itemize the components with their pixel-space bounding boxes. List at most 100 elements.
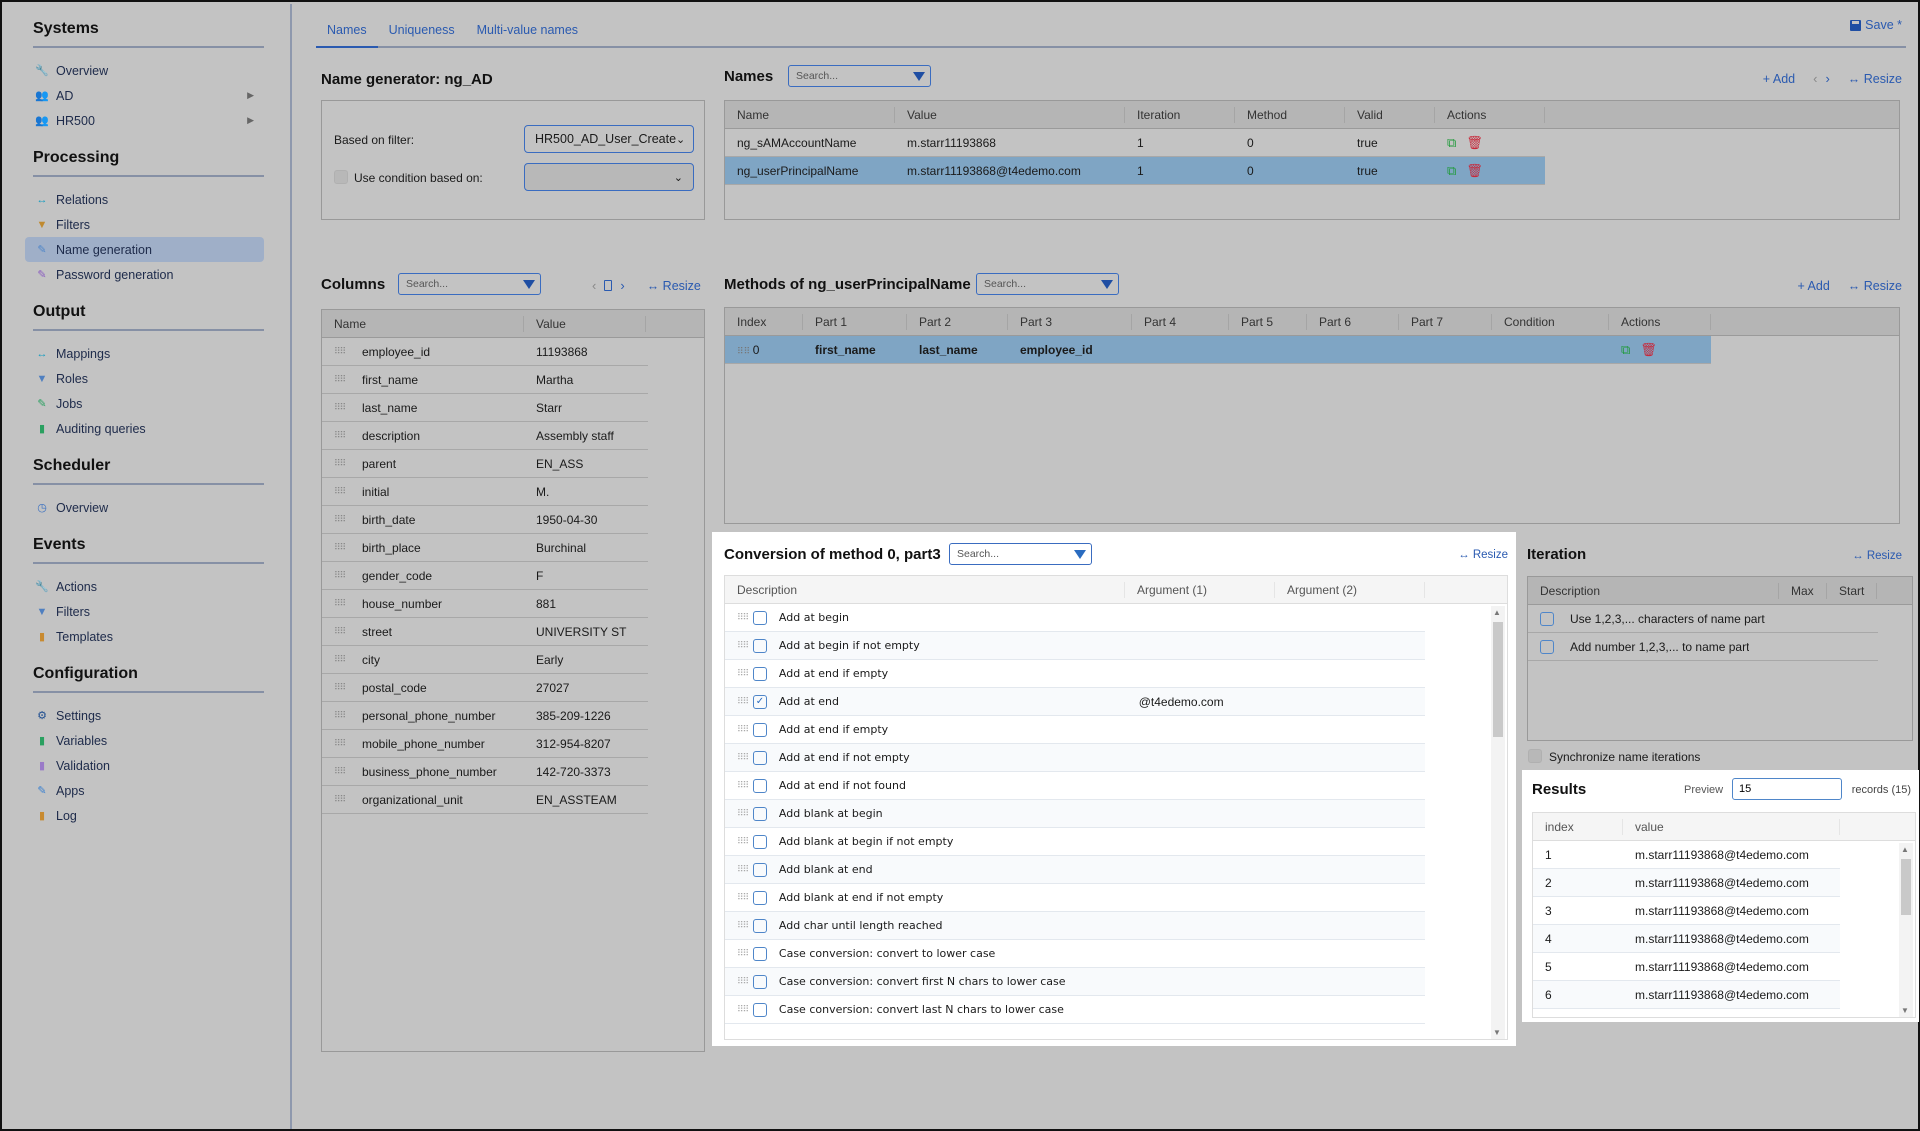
drag-handle-icon[interactable]: ⠿⠿ bbox=[322, 738, 350, 749]
column-header-iteration[interactable]: Iteration bbox=[1125, 106, 1235, 123]
table-row[interactable]: ⠿⠿ 0 first_name last_name employee_id ⧉ 🗑 bbox=[725, 336, 1711, 364]
tab-uniqueness[interactable]: Uniqueness bbox=[378, 18, 466, 46]
table-row[interactable]: ⠿⠿ parent EN_ASS bbox=[322, 450, 648, 478]
drag-handle-icon[interactable]: ⠿⠿ bbox=[725, 752, 753, 763]
trash-icon[interactable]: 🗑 bbox=[1466, 163, 1483, 179]
row-checkbox[interactable] bbox=[752, 778, 767, 793]
drag-handle-icon[interactable]: ⠿⠿ bbox=[725, 976, 753, 987]
iteration-resize-button[interactable]: ↔ Resize bbox=[1852, 550, 1902, 562]
copy-icon[interactable]: ⧉ bbox=[1447, 135, 1456, 151]
sidebar-item-configuration-validation[interactable]: ▮ Validation bbox=[25, 753, 264, 778]
row-checkbox[interactable] bbox=[752, 638, 767, 653]
sidebar-item-output-auditing-queries[interactable]: ▮ Auditing queries bbox=[25, 416, 264, 441]
tab-names[interactable]: Names bbox=[316, 18, 378, 48]
table-row[interactable]: ⠿⠿ mobile_phone_number 312-954-8207 bbox=[322, 730, 648, 758]
drag-handle-icon[interactable]: ⠿⠿ bbox=[725, 1004, 753, 1015]
sidebar-item-configuration-settings[interactable]: ⚙ Settings bbox=[25, 703, 264, 728]
row-checkbox[interactable] bbox=[1540, 639, 1554, 654]
drag-handle-icon[interactable]: ⠿⠿ bbox=[322, 430, 350, 441]
drag-handle-icon[interactable]: ⠿⠿ bbox=[725, 948, 753, 959]
caret-right-icon[interactable]: ▶ bbox=[247, 115, 254, 126]
chevron-right-icon[interactable]: › bbox=[620, 278, 624, 293]
table-row[interactable]: ⠿⠿ Add blank at begin bbox=[725, 800, 1425, 828]
column-header-argument-1[interactable]: Argument (1) bbox=[1125, 581, 1275, 598]
column-header-part-4[interactable]: Part 4 bbox=[1132, 313, 1229, 330]
scrollbar-thumb[interactable] bbox=[1901, 859, 1911, 915]
sidebar-item-processing-filters[interactable]: ▼ Filters bbox=[25, 212, 264, 237]
column-header-part-7[interactable]: Part 7 bbox=[1399, 313, 1492, 330]
row-checkbox[interactable] bbox=[752, 890, 767, 905]
names-resize-button[interactable]: ↔ Resize bbox=[1848, 72, 1902, 86]
sidebar-item-output-mappings[interactable]: ↔ Mappings bbox=[25, 341, 264, 366]
drag-handle-icon[interactable]: ⠿⠿ bbox=[725, 864, 753, 875]
column-header-description[interactable]: Description bbox=[725, 581, 1125, 598]
table-row[interactable]: ⠿⠿ Add blank at end if not empty bbox=[725, 884, 1425, 912]
columns-search-input[interactable]: Search... bbox=[398, 273, 541, 295]
drag-handle-icon[interactable]: ⠿⠿ bbox=[322, 654, 350, 665]
table-row[interactable]: ⠿⠿ Add at begin bbox=[725, 604, 1425, 632]
preview-count-input[interactable] bbox=[1732, 778, 1842, 800]
filter-icon[interactable] bbox=[523, 279, 535, 289]
table-row[interactable]: ⠿⠿ Add at end if empty bbox=[725, 716, 1425, 744]
column-header-name[interactable]: Name bbox=[725, 106, 895, 123]
tab-multi-value-names[interactable]: Multi-value names bbox=[466, 18, 589, 46]
use-condition-checkbox[interactable] bbox=[334, 170, 348, 184]
sidebar-item-processing-relations[interactable]: ↔ Relations bbox=[25, 187, 264, 212]
cell-part-1[interactable]: first_name bbox=[803, 343, 907, 357]
table-row[interactable]: ⠿⠿ city Early bbox=[322, 646, 648, 674]
table-row[interactable]: ⠿⠿ house_number 881 bbox=[322, 590, 648, 618]
table-row[interactable]: ⠿⠿ description Assembly staff bbox=[322, 422, 648, 450]
drag-handle-icon[interactable]: ⠿⠿ bbox=[322, 710, 350, 721]
trash-icon[interactable]: 🗑 bbox=[1640, 342, 1657, 358]
row-checkbox[interactable] bbox=[752, 806, 767, 821]
scroll-up-icon[interactable]: ▲ bbox=[1901, 845, 1909, 854]
copy-icon[interactable]: ⧉ bbox=[1447, 163, 1456, 179]
table-row[interactable]: ⠿⠿ ✓ Add at end @t4edemo.com bbox=[725, 688, 1425, 716]
drag-handle-icon[interactable]: ⠿⠿ bbox=[725, 836, 753, 847]
drag-handle-icon[interactable]: ⠿⠿ bbox=[322, 542, 350, 553]
table-row[interactable]: ⠿⠿ postal_code 27027 bbox=[322, 674, 648, 702]
drag-handle-icon[interactable]: ⠿⠿ bbox=[322, 766, 350, 777]
drag-handle-icon[interactable]: ⠿⠿ bbox=[322, 458, 350, 469]
sidebar-item-processing-name-generation[interactable]: ✎ Name generation bbox=[25, 237, 264, 262]
sidebar-item-configuration-log[interactable]: ▮ Log bbox=[25, 803, 264, 828]
table-row[interactable]: ng_sAMAccountName m.starr11193868 1 0 true ⧉ 🗑 bbox=[725, 129, 1545, 157]
drag-handle-icon[interactable]: ⠿⠿ bbox=[725, 724, 753, 735]
table-row[interactable]: ⠿⠿ first_name Martha bbox=[322, 366, 648, 394]
row-checkbox[interactable] bbox=[1540, 611, 1554, 626]
trash-icon[interactable]: 🗑 bbox=[1466, 135, 1483, 151]
column-header-value[interactable]: Value bbox=[524, 315, 646, 332]
drag-handle-icon[interactable]: ⠿⠿ bbox=[322, 598, 350, 609]
drag-handle-icon[interactable]: ⠿⠿ bbox=[322, 626, 350, 637]
scroll-down-icon[interactable]: ▼ bbox=[1493, 1028, 1501, 1037]
cell-part-3[interactable]: employee_id bbox=[1008, 343, 1132, 357]
scroll-up-icon[interactable]: ▲ bbox=[1493, 608, 1501, 617]
drag-handle-icon[interactable]: ⠿⠿ bbox=[725, 696, 753, 707]
drag-handle-icon[interactable]: ⠿⠿ bbox=[322, 682, 350, 693]
column-header-part-2[interactable]: Part 2 bbox=[907, 313, 1008, 330]
sync-iterations-checkbox[interactable] bbox=[1528, 749, 1542, 763]
caret-right-icon[interactable]: ▶ bbox=[247, 90, 254, 101]
column-header-actions[interactable]: Actions bbox=[1609, 313, 1711, 330]
drag-handle-icon[interactable]: ⠿⠿ bbox=[322, 794, 350, 805]
table-row[interactable]: ⠿⠿ street UNIVERSITY ST bbox=[322, 618, 648, 646]
table-row[interactable]: ⠿⠿ Add at end if not empty bbox=[725, 744, 1425, 772]
drag-handle-icon[interactable]: ⠿⠿ bbox=[322, 374, 350, 385]
column-header-condition[interactable]: Condition bbox=[1492, 313, 1609, 330]
column-header-start[interactable]: Start bbox=[1827, 582, 1877, 599]
columns-resize-button[interactable]: ↔ Resize bbox=[647, 279, 701, 293]
scroll-down-icon[interactable]: ▼ bbox=[1901, 1006, 1909, 1015]
drag-handle-icon[interactable]: ⠿⠿ bbox=[322, 346, 350, 357]
row-checkbox[interactable] bbox=[752, 974, 767, 989]
drag-handle-icon[interactable]: ⠿⠿ bbox=[725, 640, 753, 651]
column-header-part-1[interactable]: Part 1 bbox=[803, 313, 907, 330]
chevron-left-icon[interactable]: ‹ bbox=[592, 278, 596, 293]
column-header-index[interactable]: index bbox=[1533, 818, 1623, 835]
drag-handle-icon[interactable]: ⠿⠿ bbox=[737, 346, 753, 356]
sidebar-item-configuration-variables[interactable]: ▮ Variables bbox=[25, 728, 264, 753]
sidebar-item-events-filters[interactable]: ▼ Filters bbox=[25, 599, 264, 624]
table-row[interactable]: ng_userPrincipalName m.starr11193868@t4ed… bbox=[725, 157, 1545, 185]
row-checkbox[interactable] bbox=[752, 610, 767, 625]
column-toggle-icon[interactable] bbox=[604, 280, 613, 291]
sidebar-item-systems-hr500[interactable]: 👥 HR500 ▶ bbox=[25, 108, 264, 133]
